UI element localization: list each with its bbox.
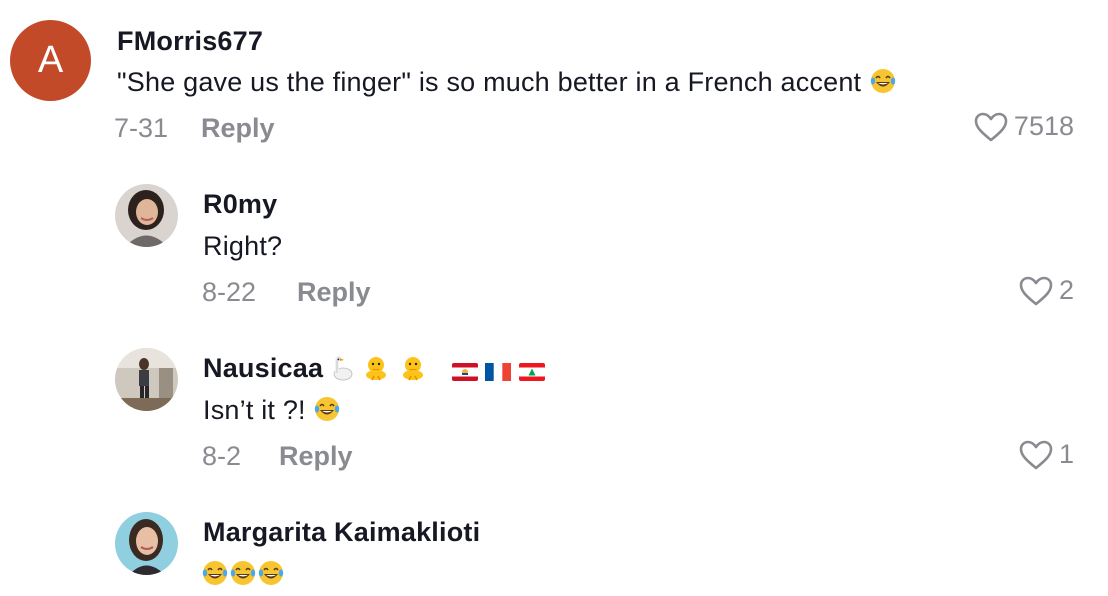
laughing-tears-emoji-icon xyxy=(257,559,285,587)
comment-username[interactable]: Margarita Kaimaklioti xyxy=(203,517,480,548)
laughing-tears-emoji-icon xyxy=(201,559,229,587)
laughing-tears-emoji-icon xyxy=(229,559,257,587)
comment-item: Margarita Kaimaklioti xyxy=(0,0,1108,596)
avatar[interactable] xyxy=(115,512,178,575)
comment-text xyxy=(201,559,285,590)
user-photo-avatar xyxy=(115,512,178,575)
